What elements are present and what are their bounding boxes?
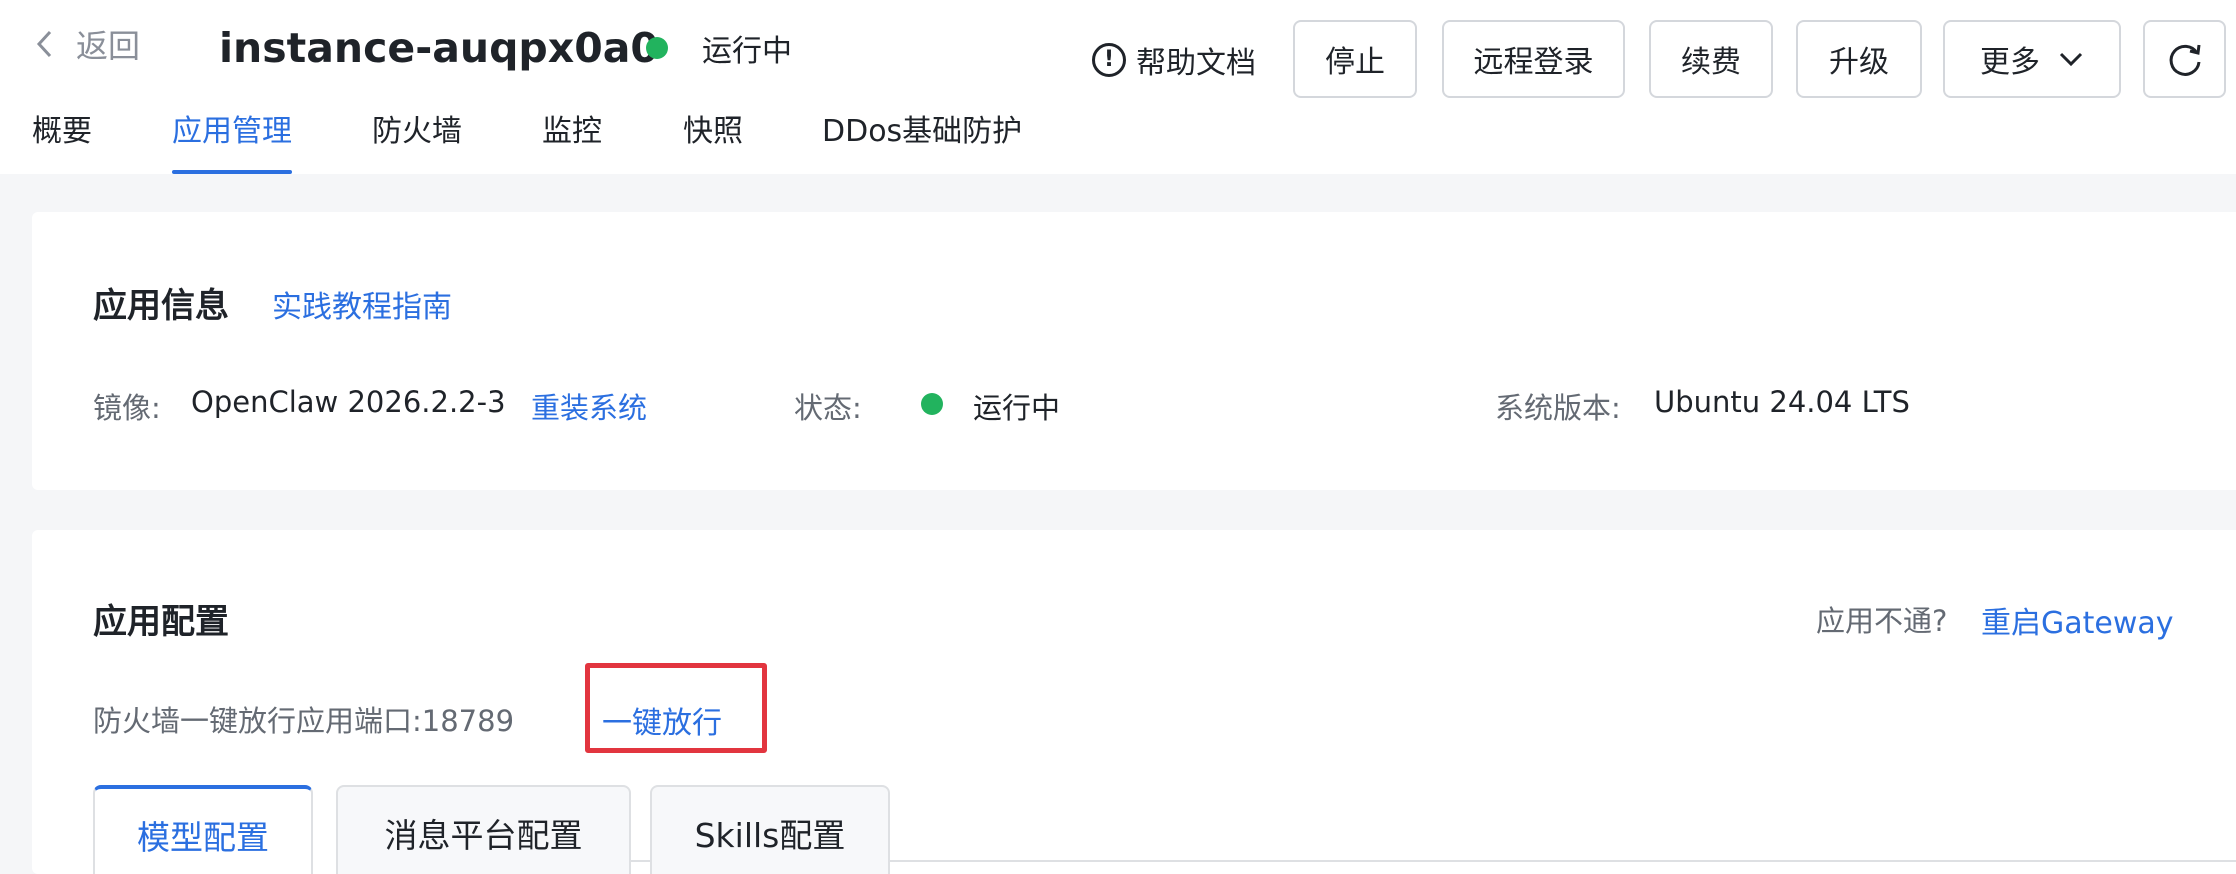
status-text: 运行中 bbox=[702, 34, 792, 69]
one-click-allow-link[interactable]: 一键放行 bbox=[602, 698, 722, 742]
os-version-value: Ubuntu 24.04 LTS bbox=[1654, 385, 1910, 419]
status-label: 状态: bbox=[794, 391, 862, 425]
app-config-card: 应用配置 应用不通? 重启Gateway 防火墙一键放行应用端口:18789 一… bbox=[32, 530, 2236, 874]
tab-overview[interactable]: 概要 bbox=[32, 96, 92, 174]
instance-name: instance-auqpx0a0 bbox=[219, 24, 659, 72]
tab-label: DDos基础防护 bbox=[822, 114, 1023, 149]
tab-skills-config[interactable]: Skills配置 bbox=[650, 785, 890, 874]
more-dropdown-button[interactable]: 更多 bbox=[1943, 20, 2121, 98]
tab-app-management[interactable]: 应用管理 bbox=[172, 96, 292, 174]
app-info-title: 应用信息 bbox=[93, 286, 229, 326]
instance-status: 运行中 bbox=[646, 22, 792, 74]
tab-label: 应用管理 bbox=[172, 114, 292, 149]
stop-button[interactable]: 停止 bbox=[1293, 20, 1417, 98]
chevron-left-icon bbox=[36, 30, 52, 58]
upgrade-button[interactable]: 升级 bbox=[1796, 20, 1922, 98]
tab-messaging-platform-config[interactable]: 消息平台配置 bbox=[336, 785, 631, 874]
renew-label: 续费 bbox=[1681, 45, 1741, 80]
app-info-card: 应用信息 实践教程指南 镜像: OpenClaw 2026.2.2-3 重装系统… bbox=[32, 212, 2236, 490]
refresh-button[interactable] bbox=[2143, 20, 2226, 98]
back-label: 返回 bbox=[76, 27, 141, 65]
exclamation-circle-icon: ! bbox=[1092, 43, 1126, 77]
instance-header: 返回 instance-auqpx0a0 运行中 ! 帮助文档 停止 远程登录 … bbox=[0, 0, 2236, 174]
tab-snapshots[interactable]: 快照 bbox=[683, 96, 743, 174]
app-unreachable-label: 应用不通? bbox=[1816, 604, 1948, 638]
page: 返回 instance-auqpx0a0 运行中 ! 帮助文档 停止 远程登录 … bbox=[0, 0, 2236, 874]
restart-gateway-link[interactable]: 重启Gateway bbox=[1981, 598, 2174, 642]
tab-monitoring[interactable]: 监控 bbox=[542, 96, 602, 174]
status-dot-icon bbox=[646, 37, 668, 59]
more-label: 更多 bbox=[1980, 45, 2040, 80]
tutorial-guide-link[interactable]: 实践教程指南 bbox=[272, 282, 452, 326]
help-docs-label: 帮助文档 bbox=[1136, 46, 1256, 81]
tab-label: 概要 bbox=[32, 114, 92, 149]
remote-login-button[interactable]: 远程登录 bbox=[1442, 20, 1625, 98]
tab-firewall[interactable]: 防火墙 bbox=[372, 96, 462, 174]
reinstall-system-link[interactable]: 重装系统 bbox=[531, 385, 647, 427]
firewall-port-text: 防火墙一键放行应用端口:18789 bbox=[93, 704, 515, 738]
status-value: 运行中 bbox=[973, 391, 1061, 425]
tab-label: 防火墙 bbox=[372, 114, 462, 149]
image-value: OpenClaw 2026.2.2-3 bbox=[191, 385, 506, 419]
tab-label: Skills配置 bbox=[694, 816, 846, 855]
refresh-icon bbox=[2169, 44, 2200, 76]
tab-ddos-protection[interactable]: DDos基础防护 bbox=[822, 96, 1022, 174]
os-version-label: 系统版本: bbox=[1495, 391, 1621, 425]
renew-button[interactable]: 续费 bbox=[1649, 20, 1773, 98]
stop-button-label: 停止 bbox=[1325, 45, 1385, 80]
tab-label: 监控 bbox=[542, 114, 602, 149]
instance-tabs: 概要 应用管理 防火墙 监控 快照 DDos基础防护 bbox=[0, 96, 1100, 174]
app-config-title: 应用配置 bbox=[93, 602, 229, 642]
tab-label: 快照 bbox=[683, 114, 743, 149]
help-docs-link[interactable]: ! 帮助文档 bbox=[1092, 32, 1256, 88]
chevron-down-icon bbox=[2059, 52, 2083, 67]
image-label: 镜像: bbox=[93, 391, 161, 425]
tab-label: 消息平台配置 bbox=[384, 816, 583, 855]
status-dot-icon bbox=[921, 393, 943, 415]
back-button[interactable]: 返回 bbox=[32, 20, 140, 68]
remote-login-label: 远程登录 bbox=[1473, 45, 1594, 80]
tab-model-config[interactable]: 模型配置 bbox=[93, 785, 313, 874]
tab-label: 模型配置 bbox=[137, 818, 269, 857]
upgrade-label: 升级 bbox=[1829, 45, 1889, 80]
